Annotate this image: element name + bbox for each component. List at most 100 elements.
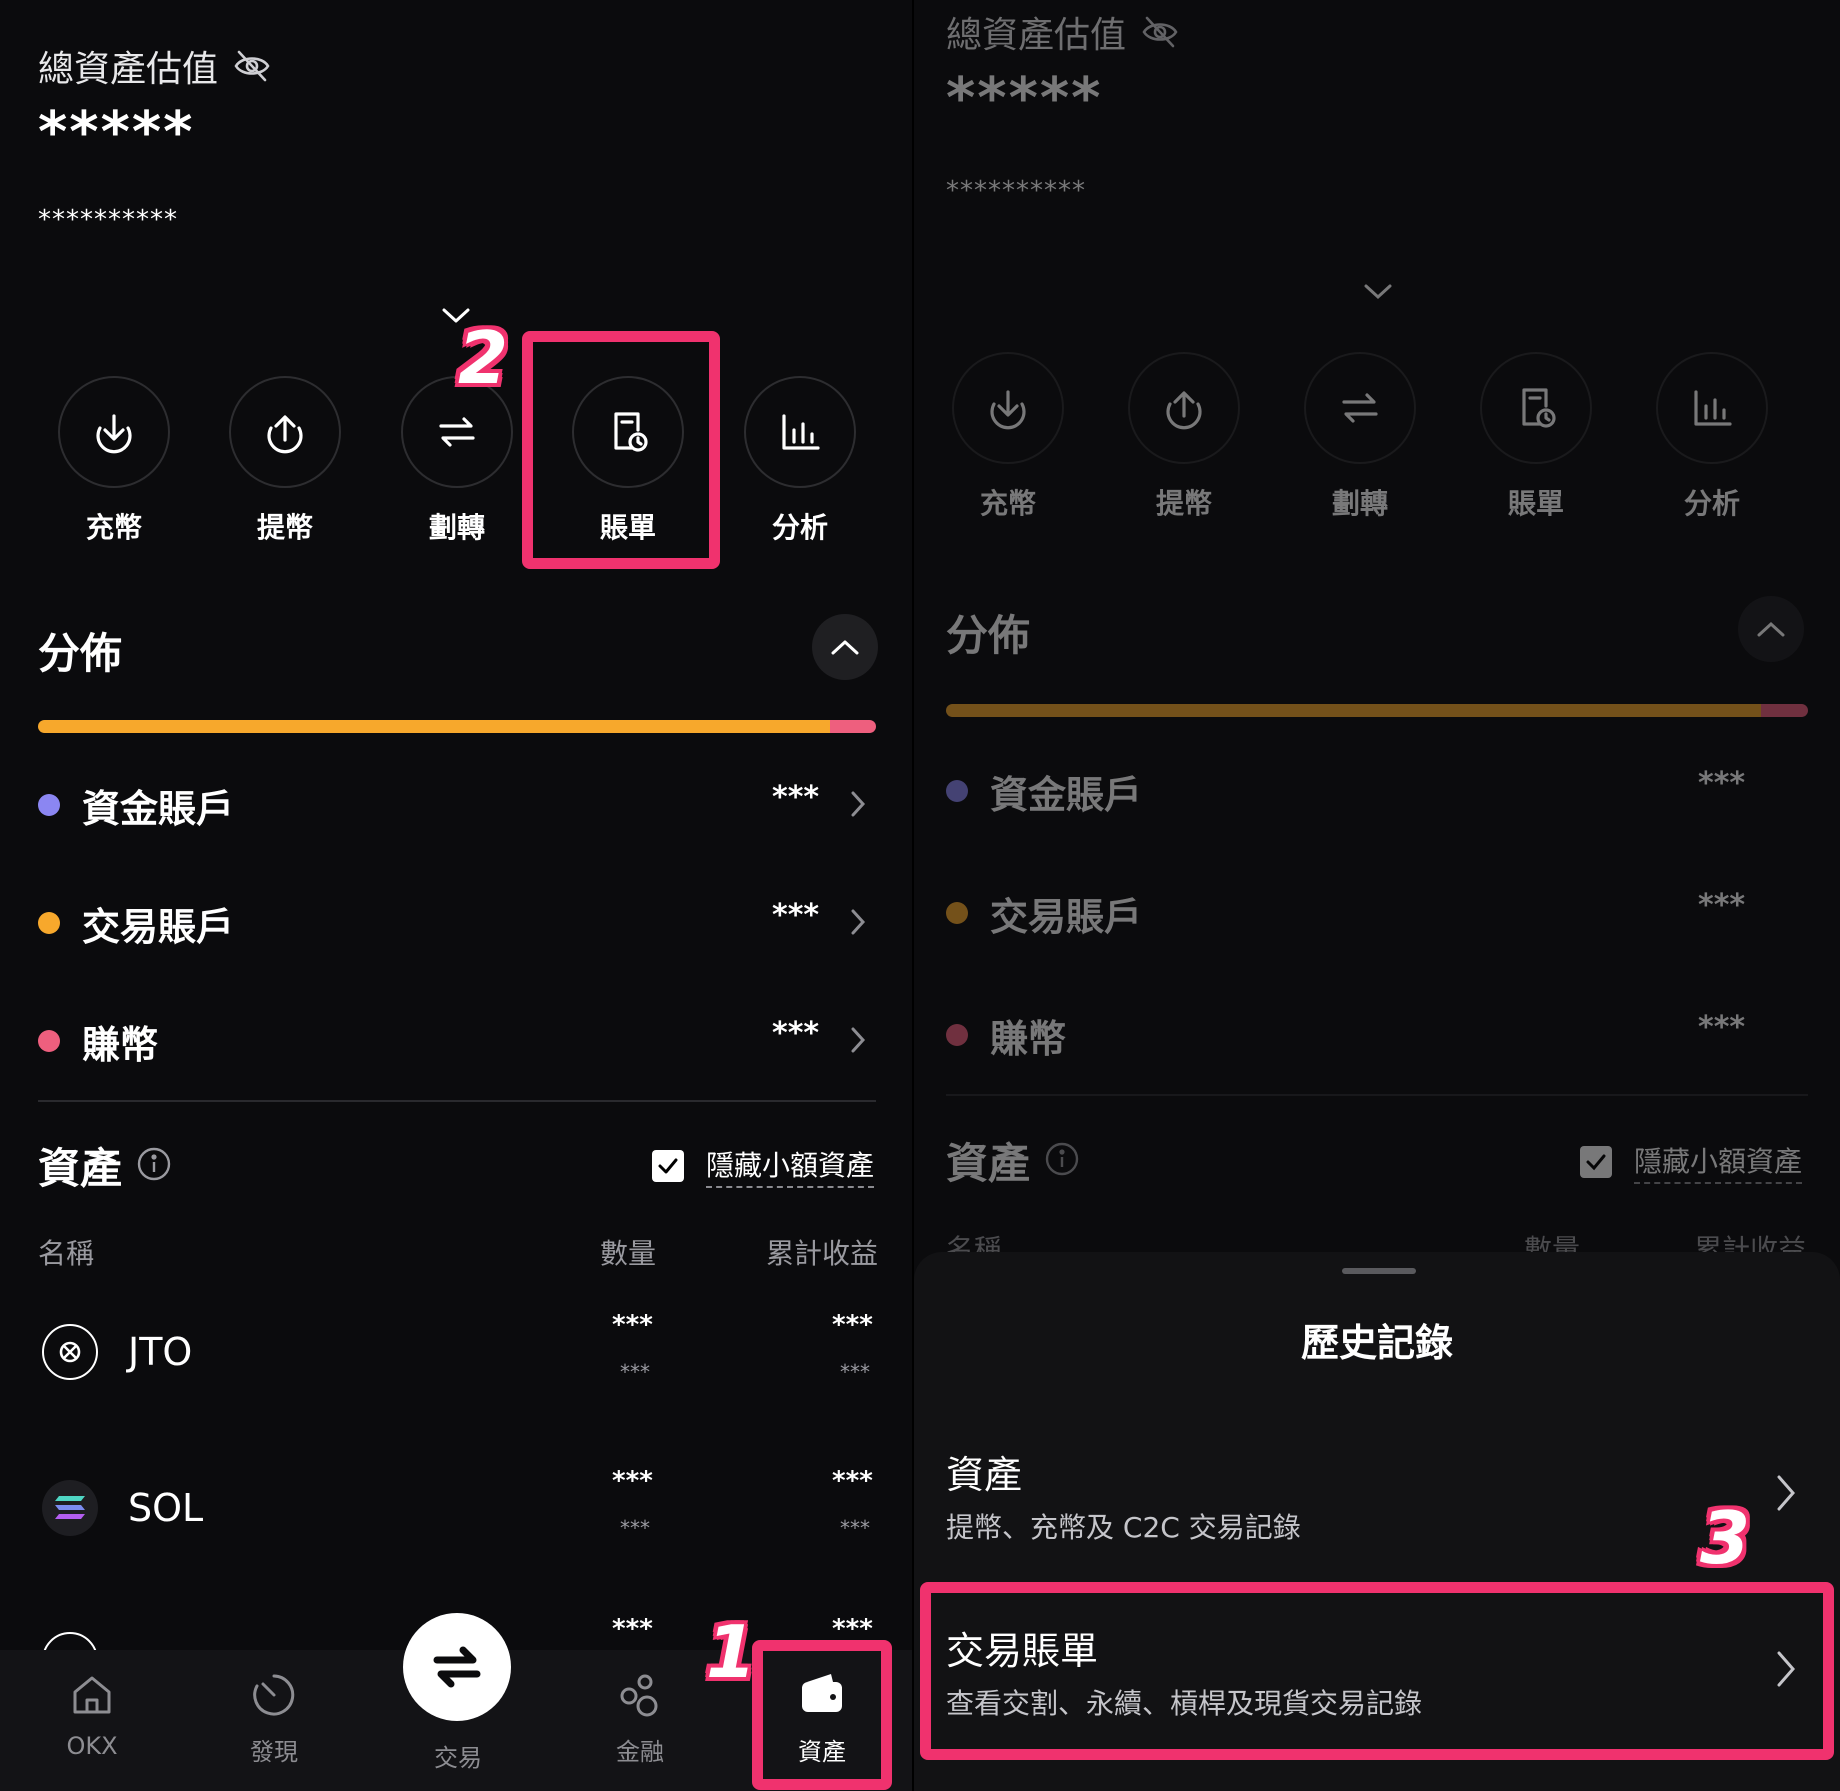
- asset-qty: ***: [612, 1310, 653, 1340]
- step-1-marker: 1: [706, 1610, 757, 1694]
- account-name: 資金賬戶: [82, 786, 235, 831]
- trade-swap-icon: [433, 1646, 481, 1688]
- highlight-assets-tab: [752, 1640, 892, 1790]
- sub-value-masked: **********: [38, 205, 178, 235]
- sheet-title: 歷史記錄: [1300, 1321, 1453, 1365]
- upload-icon: [1128, 352, 1240, 464]
- column-pnl: 累計收益: [766, 1237, 879, 1270]
- collapse-button: [1738, 596, 1804, 662]
- nav-label: 金融: [616, 1738, 664, 1766]
- account-row-funding[interactable]: 資金賬戶 ***: [38, 780, 876, 831]
- distribution-bar: [38, 720, 876, 733]
- transfer-arrows-icon: [1304, 352, 1416, 464]
- chevron-right-icon: [850, 790, 866, 822]
- analysis-button[interactable]: 分析: [740, 376, 860, 546]
- account-row-trading: 交易賬戶 ***: [946, 888, 1808, 939]
- deposit-button[interactable]: 充幣: [54, 376, 174, 546]
- info-icon[interactable]: [136, 1146, 172, 1186]
- withdraw-button[interactable]: 提幣: [225, 376, 345, 546]
- trading-dot: [946, 902, 968, 924]
- nav-trade-label-wrap: 交易: [388, 1730, 528, 1773]
- bar-chart-icon: [1656, 352, 1768, 464]
- asset-pnl-sub: ***: [840, 1360, 870, 1384]
- bills-label: 賬單: [1507, 487, 1564, 520]
- distribution-segment-trading: [946, 704, 1761, 717]
- download-icon: [58, 376, 170, 488]
- analysis-label: 分析: [771, 511, 828, 544]
- discover-icon: [253, 1674, 295, 1716]
- chevron-right-icon: [1776, 1474, 1796, 1516]
- assets-title: 資產: [38, 1144, 123, 1193]
- distribution-bar: [946, 704, 1808, 717]
- withdraw-label: 提幣: [256, 511, 313, 544]
- total-assets-header: 總資產估值: [946, 6, 1180, 58]
- account-name: 交易賬戶: [82, 904, 235, 949]
- step-3-marker: 3: [1700, 1496, 1751, 1580]
- download-icon: [952, 352, 1064, 464]
- chevron-up-icon: [831, 640, 859, 655]
- checkbox-checked-icon: [1580, 1146, 1612, 1178]
- highlight-trading-bills: [920, 1582, 1834, 1760]
- nav-label: 交易: [434, 1744, 482, 1772]
- sheet-drag-handle[interactable]: [1342, 1268, 1416, 1274]
- nav-finance[interactable]: 金融: [570, 1670, 710, 1767]
- transfer-button[interactable]: 劃轉: [397, 376, 517, 546]
- account-value: ***: [1698, 888, 1746, 923]
- nav-okx[interactable]: OKX: [22, 1670, 162, 1760]
- account-row-trading[interactable]: 交易賬戶 ***: [38, 898, 876, 949]
- chevron-up-icon: [1757, 621, 1785, 637]
- account-value: ***: [772, 780, 820, 815]
- step-2-marker: 2: [458, 316, 509, 400]
- bar-chart-icon: [744, 376, 856, 488]
- distribution-segment-trading: [38, 720, 830, 733]
- jto-coin-icon: [42, 1324, 98, 1380]
- account-value: ***: [772, 1016, 820, 1051]
- account-name: 賺幣: [990, 1016, 1067, 1061]
- total-value-masked: *****: [38, 100, 195, 165]
- bills-button: 賬單: [1476, 352, 1596, 522]
- analysis-button: 分析: [1652, 352, 1772, 522]
- asset-qty-sub: ***: [620, 1516, 650, 1540]
- total-assets-title: 總資產估值: [946, 15, 1127, 56]
- highlight-bills: [522, 331, 720, 569]
- upload-icon: [229, 376, 341, 488]
- account-name: 交易賬戶: [990, 894, 1143, 939]
- divider: [946, 1094, 1808, 1096]
- checkbox-checked-icon[interactable]: [652, 1150, 684, 1182]
- account-row-earn[interactable]: 賺幣 ***: [38, 1016, 876, 1067]
- chevron-right-icon: [850, 908, 866, 940]
- sol-coin-icon: [42, 1480, 98, 1536]
- withdraw-button: 提幣: [1124, 352, 1244, 522]
- right-screen: 總資產估值 ***** ********** 充幣 提幣 劃轉 賬單 分析 分佈…: [914, 0, 1840, 1791]
- account-row-funding: 資金賬戶 ***: [946, 766, 1808, 817]
- hide-small-assets-toggle[interactable]: 隱藏小額資產: [652, 1144, 875, 1188]
- asset-symbol: SOL: [128, 1486, 204, 1530]
- assets-header: 資產: [38, 1135, 172, 1196]
- nav-discover[interactable]: 發現: [204, 1670, 344, 1767]
- nav-label: OKX: [66, 1732, 118, 1760]
- asset-pnl: ***: [832, 1466, 873, 1496]
- collapse-button[interactable]: [812, 614, 878, 680]
- distribution-segment-earn: [1760, 704, 1808, 717]
- trade-button[interactable]: [403, 1613, 511, 1721]
- asset-symbol: JTO: [128, 1330, 193, 1374]
- asset-pnl: ***: [832, 1310, 873, 1340]
- history-item-assets[interactable]: 資產 提幣、充幣及 C2C 交易記錄: [946, 1444, 1808, 1564]
- account-name: 資金賬戶: [990, 772, 1143, 817]
- transfer-label: 劃轉: [1331, 487, 1388, 520]
- history-item-title: 資產: [946, 1453, 1023, 1497]
- hide-small-assets-label: 隱藏小額資產: [1634, 1140, 1803, 1184]
- asset-row-sol[interactable]: SOL *** *** *** ***: [38, 1456, 876, 1566]
- transfer-label: 劃轉: [428, 511, 485, 544]
- asset-row-jto[interactable]: JTO *** *** *** ***: [38, 1300, 876, 1410]
- column-name: 名稱: [38, 1237, 95, 1270]
- history-item-subtitle: 提幣、充幣及 C2C 交易記錄: [946, 1511, 1301, 1544]
- account-value: ***: [772, 898, 820, 933]
- sub-value-masked: **********: [946, 176, 1086, 206]
- hide-small-assets-toggle: 隱藏小額資產: [1580, 1140, 1803, 1184]
- finance-icon: [620, 1674, 658, 1717]
- account-name: 賺幣: [82, 1022, 159, 1067]
- transfer-button: 劃轉: [1300, 352, 1420, 522]
- eye-off-icon[interactable]: [232, 46, 272, 86]
- chevron-right-icon: [850, 1026, 866, 1058]
